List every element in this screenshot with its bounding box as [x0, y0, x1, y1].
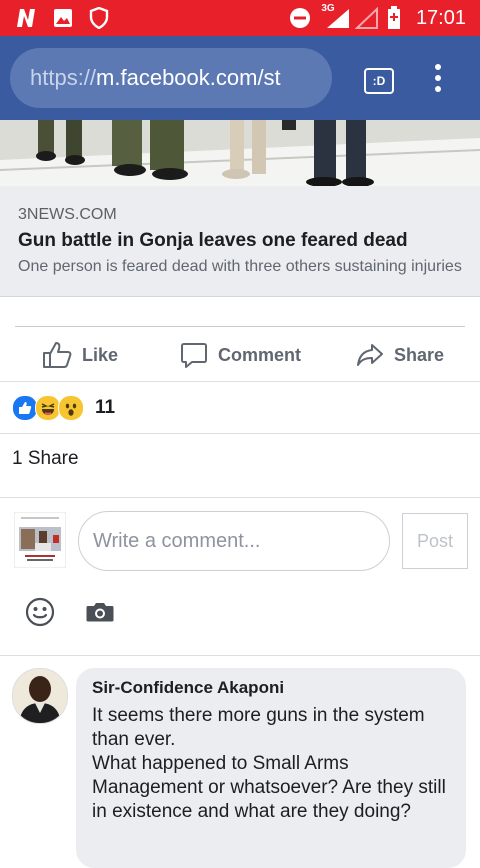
separator [0, 655, 480, 656]
battery-charging-icon [386, 6, 402, 30]
emoji-icon[interactable] [24, 596, 56, 628]
share-arrow-icon [357, 344, 383, 366]
url-scheme: https:// [30, 65, 97, 90]
image-icon [52, 6, 74, 30]
camera-icon[interactable] [84, 596, 116, 628]
post-actions: Like Comment Share [0, 330, 480, 380]
share-label: Share [394, 344, 445, 365]
like-label: Like [82, 344, 119, 365]
current-user-avatar [14, 512, 66, 568]
url-field[interactable]: https://m.facebook.com/st [10, 48, 332, 108]
thumbs-up-icon [43, 342, 72, 368]
separator [0, 497, 480, 498]
do-not-disturb-icon [288, 6, 312, 30]
separator [0, 433, 480, 434]
comment-bubble: Sir-Confidence Akaponi It seems there mo… [76, 668, 466, 868]
article-image[interactable] [0, 120, 480, 186]
wow-reaction-icon [58, 395, 84, 421]
comment-input[interactable]: Write a comment... [78, 511, 390, 571]
n-app-icon [14, 6, 38, 30]
comment-author[interactable]: Sir-Confidence Akaponi [92, 678, 284, 698]
share-button[interactable]: Share [356, 330, 444, 380]
reaction-count: 11 [95, 397, 116, 418]
separator [0, 381, 480, 382]
kebab-menu-icon[interactable] [432, 64, 444, 94]
comment-button[interactable]: Comment [180, 330, 301, 380]
divider [15, 326, 465, 327]
link-description: One person is feared dead with three oth… [18, 258, 462, 275]
comment-text: It seems there more guns in the system t… [92, 705, 446, 822]
link-title: Gun battle in Gonja leaves one feared de… [18, 230, 408, 251]
post-comment-button[interactable]: Post [402, 513, 468, 569]
signal-empty-icon [354, 6, 380, 30]
tab-switcher-button[interactable]: :D [364, 68, 394, 94]
comment-bubble-icon [181, 343, 207, 368]
comment-label: Comment [218, 344, 302, 365]
like-button[interactable]: Like [42, 330, 118, 380]
reaction-summary[interactable]: 11 [12, 394, 115, 422]
shield-icon [88, 6, 110, 30]
status-time: 17:01 [415, 7, 466, 29]
network-type-label: 3G [321, 3, 335, 14]
share-count[interactable]: 1 Share [12, 448, 79, 470]
link-preview-card[interactable]: 3NEWS.COM Gun battle in Gonja leaves one… [0, 186, 480, 297]
commenter-avatar[interactable] [12, 668, 68, 724]
browser-toolbar: https://m.facebook.com/st :D [0, 36, 480, 120]
url-host: m.facebook.com/st [96, 65, 281, 90]
link-domain: 3NEWS.COM [18, 206, 117, 223]
status-bar: 3G 17:01 [0, 0, 480, 36]
